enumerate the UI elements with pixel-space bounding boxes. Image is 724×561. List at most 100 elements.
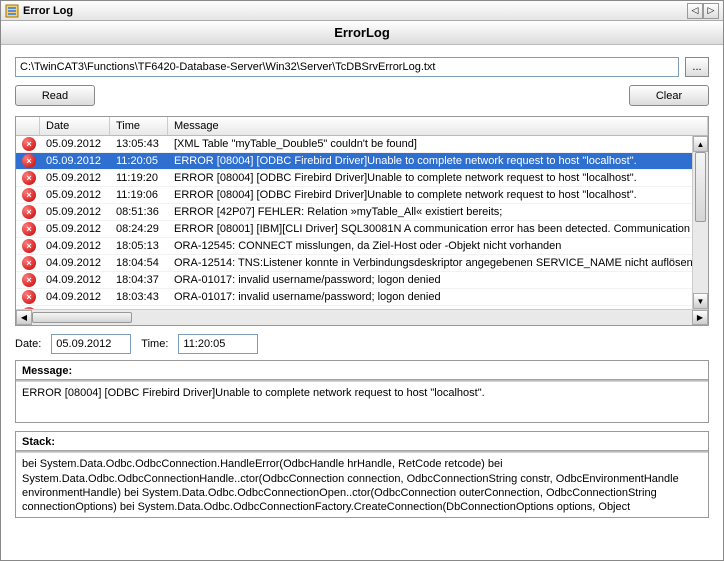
action-row: Read Clear xyxy=(15,85,709,106)
scroll-right-button[interactable]: ▶ xyxy=(692,310,708,325)
path-row: ... xyxy=(15,57,709,77)
error-icon xyxy=(22,307,36,309)
horizontal-scrollbar[interactable]: ◀ ▶ xyxy=(16,309,708,325)
window-title: Error Log xyxy=(23,5,683,17)
row-date-cell: 04.09.2012 xyxy=(40,257,110,269)
row-icon-cell xyxy=(16,239,40,253)
row-icon-cell xyxy=(16,222,40,236)
detail-date-label: Date: xyxy=(15,338,41,350)
row-icon-cell xyxy=(16,171,40,185)
window-frame: Error Log ◁ ▷ ErrorLog ... Read Clear Da… xyxy=(0,0,724,561)
col-time-header[interactable]: Time xyxy=(110,117,168,135)
table-row[interactable]: 04.09.201218:03:43ORA-01017: invalid use… xyxy=(16,289,708,306)
error-icon xyxy=(22,171,36,185)
row-date-cell: 04.09.2012 xyxy=(40,240,110,252)
error-icon xyxy=(22,154,36,168)
table-body: 05.09.201213:05:43[XML Table "myTable_Do… xyxy=(16,136,708,309)
row-date-cell: 05.09.2012 xyxy=(40,138,110,150)
row-time-cell: 08:24:29 xyxy=(110,223,168,235)
row-message-cell: ERROR [08001] [IBM][CLI Driver] SQL30081… xyxy=(168,223,708,235)
error-icon xyxy=(22,137,36,151)
table-header: Date Time Message xyxy=(16,117,708,136)
row-message-cell: ORA-01017: invalid username/password; lo… xyxy=(168,291,708,303)
table-row[interactable]: 04.09.201218:04:37ORA-01017: invalid use… xyxy=(16,272,708,289)
row-message-cell: ERROR [08004] [ODBC Firebird Driver]Unab… xyxy=(168,189,708,201)
detail-row: Date: Time: xyxy=(15,334,709,354)
nav-prev-button[interactable]: ◁ xyxy=(687,3,703,19)
stack-box: Stack: bei System.Data.Odbc.OdbcConnecti… xyxy=(15,431,709,518)
col-date-header[interactable]: Date xyxy=(40,117,110,135)
row-time-cell: 11:19:20 xyxy=(110,172,168,184)
page-title: ErrorLog xyxy=(1,21,723,45)
body: ... Read Clear Date Time Message 05.09.2… xyxy=(1,45,723,560)
log-path-input[interactable] xyxy=(15,57,679,77)
row-time-cell: 18:04:37 xyxy=(110,274,168,286)
row-message-cell: ERROR [08004] [ODBC Firebird Driver]Unab… xyxy=(168,155,708,167)
error-icon xyxy=(22,290,36,304)
scroll-left-button[interactable]: ◀ xyxy=(16,310,32,325)
error-icon xyxy=(22,256,36,270)
app-icon xyxy=(5,4,19,18)
scroll-thumb-vertical[interactable] xyxy=(695,152,706,222)
row-icon-cell xyxy=(16,307,40,309)
clear-button[interactable]: Clear xyxy=(629,85,709,106)
browse-button[interactable]: ... xyxy=(685,57,709,77)
row-time-cell: 11:19:06 xyxy=(110,189,168,201)
table-row[interactable]: 04.09.201218:05:13ORA-12545: CONNECT mis… xyxy=(16,238,708,255)
vertical-scrollbar[interactable]: ▲ ▼ xyxy=(692,136,708,309)
error-table: Date Time Message 05.09.201213:05:43[XML… xyxy=(15,116,709,326)
row-icon-cell xyxy=(16,154,40,168)
row-time-cell: 08:51:36 xyxy=(110,206,168,218)
row-date-cell: 05.09.2012 xyxy=(40,223,110,235)
row-icon-cell xyxy=(16,256,40,270)
window-nav: ◁ ▷ xyxy=(687,3,719,19)
row-date-cell: 05.09.2012 xyxy=(40,189,110,201)
table-row[interactable]: 05.09.201211:19:06ERROR [08004] [ODBC Fi… xyxy=(16,187,708,204)
titlebar: Error Log ◁ ▷ xyxy=(1,1,723,21)
row-message-cell: ORA-01017: invalid username/password; lo… xyxy=(168,274,708,286)
row-message-cell: ORA-12545: CONNECT misslungen, da Ziel-H… xyxy=(168,240,708,252)
read-button[interactable]: Read xyxy=(15,85,95,106)
table-row[interactable]: 04.09.201218:01:23Wrong Parametersize fr… xyxy=(16,306,708,309)
row-date-cell: 04.09.2012 xyxy=(40,291,110,303)
row-date-cell: 05.09.2012 xyxy=(40,172,110,184)
message-label: Message: xyxy=(22,365,702,377)
separator xyxy=(16,379,708,382)
error-icon xyxy=(22,188,36,202)
table-row[interactable]: 05.09.201208:24:29ERROR [08001] [IBM][CL… xyxy=(16,221,708,238)
detail-date-input[interactable] xyxy=(51,334,131,354)
error-icon xyxy=(22,222,36,236)
error-icon xyxy=(22,205,36,219)
row-date-cell: 04.09.2012 xyxy=(40,274,110,286)
row-message-cell: ERROR [42P07] FEHLER: Relation »myTable_… xyxy=(168,206,708,218)
detail-time-label: Time: xyxy=(141,338,168,350)
row-time-cell: 11:20:05 xyxy=(110,155,168,167)
row-time-cell: 18:03:43 xyxy=(110,291,168,303)
row-time-cell: 18:05:13 xyxy=(110,240,168,252)
table-row[interactable]: 05.09.201213:05:43[XML Table "myTable_Do… xyxy=(16,136,708,153)
row-time-cell: 13:05:43 xyxy=(110,138,168,150)
col-icon-header[interactable] xyxy=(16,117,40,135)
row-icon-cell xyxy=(16,273,40,287)
table-row[interactable]: 05.09.201211:20:05ERROR [08004] [ODBC Fi… xyxy=(16,153,708,170)
table-row[interactable]: 05.09.201211:19:20ERROR [08004] [ODBC Fi… xyxy=(16,170,708,187)
col-message-header[interactable]: Message xyxy=(168,117,708,135)
row-message-cell: ORA-12514: TNS:Listener konnte in Verbin… xyxy=(168,257,708,269)
row-time-cell: 18:01:23 xyxy=(110,308,168,309)
scroll-thumb-horizontal[interactable] xyxy=(32,312,132,323)
row-message-cell: [XML Table "myTable_Double5" couldn't be… xyxy=(168,138,708,150)
row-icon-cell xyxy=(16,137,40,151)
detail-time-input[interactable] xyxy=(178,334,258,354)
table-row[interactable]: 04.09.201218:04:54ORA-12514: TNS:Listene… xyxy=(16,255,708,272)
separator xyxy=(16,450,708,453)
row-date-cell: 04.09.2012 xyxy=(40,308,110,309)
table-row[interactable]: 05.09.201208:51:36ERROR [42P07] FEHLER: … xyxy=(16,204,708,221)
message-text: ERROR [08004] [ODBC Firebird Driver]Unab… xyxy=(22,386,702,400)
scroll-down-button[interactable]: ▼ xyxy=(693,293,708,309)
hscroll-track[interactable] xyxy=(32,310,692,325)
nav-next-button[interactable]: ▷ xyxy=(703,3,719,19)
stack-text: bei System.Data.Odbc.OdbcConnection.Hand… xyxy=(22,457,702,513)
row-time-cell: 18:04:54 xyxy=(110,257,168,269)
row-date-cell: 05.09.2012 xyxy=(40,155,110,167)
scroll-up-button[interactable]: ▲ xyxy=(693,136,708,152)
